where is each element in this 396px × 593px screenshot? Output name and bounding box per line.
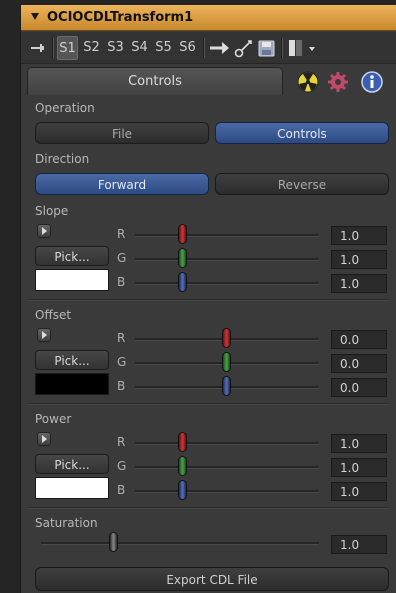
offset-r-label: R: [117, 331, 126, 345]
offset-r-value[interactable]: 0.0: [331, 330, 387, 349]
version-slot-s5[interactable]: S5: [153, 36, 174, 60]
link-icon[interactable]: [233, 36, 255, 60]
slope-g-label: G: [117, 251, 127, 265]
direction-label: Direction: [35, 152, 90, 166]
slope-r-slider-track[interactable]: [135, 234, 319, 237]
saturation-label: Saturation: [35, 516, 98, 530]
power-label: Power: [35, 412, 72, 426]
slope-expand-icon[interactable]: [37, 224, 51, 238]
tool-toolbar: S1 S2 S3 S4 S5 S6: [21, 32, 396, 64]
slope-label: Slope: [35, 204, 69, 218]
direction-forward-button[interactable]: Forward: [35, 173, 209, 195]
settings-gear-tab-icon[interactable]: [327, 71, 349, 93]
offset-label: Offset: [35, 308, 72, 322]
section-divider: [29, 299, 389, 301]
power-r-value[interactable]: 1.0: [331, 434, 387, 453]
power-b-label: B: [117, 483, 126, 497]
toolbar-separator: [203, 38, 205, 58]
section-divider: [29, 507, 389, 509]
power-b-slider-track[interactable]: [135, 490, 319, 493]
power-r-label: R: [117, 435, 126, 449]
radioactive-tab-icon[interactable]: [297, 71, 319, 93]
power-g-label: G: [117, 459, 127, 473]
slope-r-slider-handle[interactable]: [178, 224, 187, 244]
slope-pick-button[interactable]: Pick...: [35, 246, 109, 266]
operation-file-button[interactable]: File: [35, 122, 209, 144]
operation-controls-button[interactable]: Controls: [215, 122, 389, 144]
version-slot-s2[interactable]: S2: [81, 36, 102, 60]
offset-g-slider-handle[interactable]: [222, 352, 231, 372]
collapse-triangle-icon[interactable]: [31, 13, 39, 20]
export-cdl-file-button[interactable]: Export CDL File: [35, 567, 389, 591]
offset-pick-button[interactable]: Pick...: [35, 350, 109, 370]
power-g-slider-handle[interactable]: [178, 456, 187, 476]
slope-color-swatch[interactable]: [35, 269, 109, 291]
offset-color-swatch[interactable]: [35, 373, 109, 395]
power-r-slider-handle[interactable]: [178, 432, 187, 452]
power-g-value[interactable]: 1.0: [331, 458, 387, 477]
version-slot-s4[interactable]: S4: [129, 36, 150, 60]
slope-b-slider-handle[interactable]: [178, 272, 187, 292]
tool-title-bar[interactable]: OCIOCDLTransform1: [21, 5, 396, 31]
offset-r-slider-handle[interactable]: [222, 328, 231, 348]
tab-controls[interactable]: Controls: [27, 67, 283, 95]
pin-icon[interactable]: [29, 36, 49, 60]
power-color-swatch[interactable]: [35, 477, 109, 499]
toolbar-separator: [52, 38, 54, 58]
toolbar-separator: [281, 38, 283, 58]
slope-g-slider-handle[interactable]: [178, 248, 187, 268]
offset-b-label: B: [117, 379, 126, 393]
offset-expand-icon[interactable]: [37, 328, 51, 342]
arrow-right-icon[interactable]: [209, 36, 231, 60]
tool-tabs: Controls: [21, 65, 396, 97]
offset-g-value[interactable]: 0.0: [331, 354, 387, 373]
save-icon[interactable]: [257, 36, 277, 60]
saturation-slider-handle[interactable]: [109, 532, 118, 552]
info-tab-icon[interactable]: [361, 71, 383, 93]
section-divider: [29, 403, 389, 405]
tool-panel: OCIOCDLTransform1 S1 S2 S3 S4 S5 S6 Cont…: [20, 5, 396, 593]
slope-b-slider-track[interactable]: [135, 282, 319, 285]
version-slot-s6[interactable]: S6: [177, 36, 198, 60]
tool-title: OCIOCDLTransform1: [47, 10, 194, 25]
slope-g-slider-track[interactable]: [135, 258, 319, 261]
display-view-dropdown-icon[interactable]: [287, 36, 319, 60]
power-b-slider-handle[interactable]: [178, 480, 187, 500]
power-g-slider-track[interactable]: [135, 466, 319, 469]
slope-g-value[interactable]: 1.0: [331, 250, 387, 269]
saturation-slider-track[interactable]: [41, 542, 319, 545]
slope-b-value[interactable]: 1.0: [331, 274, 387, 293]
saturation-value[interactable]: 1.0: [331, 535, 387, 554]
power-b-value[interactable]: 1.0: [331, 482, 387, 501]
slope-b-label: B: [117, 275, 126, 289]
offset-b-value[interactable]: 0.0: [331, 378, 387, 397]
slope-r-value[interactable]: 1.0: [331, 226, 387, 245]
offset-b-slider-handle[interactable]: [222, 376, 231, 396]
power-expand-icon[interactable]: [37, 432, 51, 446]
direction-reverse-button[interactable]: Reverse: [215, 173, 389, 195]
slope-r-label: R: [117, 227, 126, 241]
power-pick-button[interactable]: Pick...: [35, 454, 109, 474]
power-r-slider-track[interactable]: [135, 442, 319, 445]
version-slot-s1[interactable]: S1: [57, 36, 78, 60]
version-slot-s3[interactable]: S3: [105, 36, 126, 60]
operation-label: Operation: [35, 101, 95, 115]
offset-g-label: G: [117, 355, 127, 369]
